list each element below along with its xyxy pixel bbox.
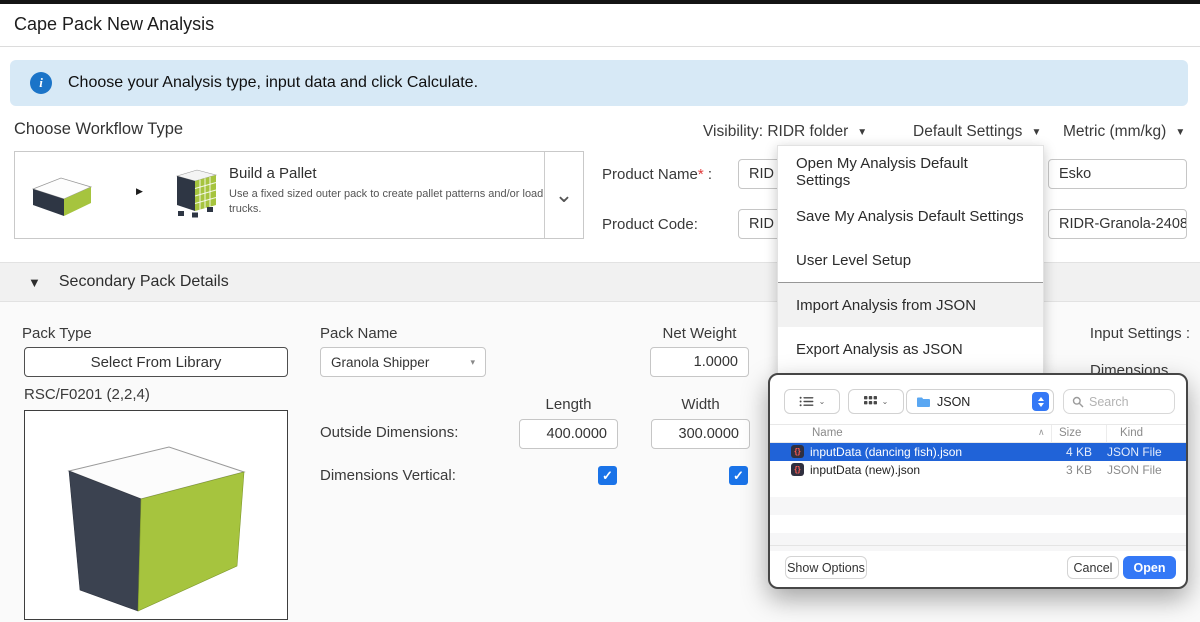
pack-3d-preview bbox=[24, 410, 288, 620]
empty-row-stripe bbox=[770, 497, 1186, 515]
metric-menu[interactable]: Metric (mm/kg) ▼ bbox=[1063, 123, 1185, 141]
file-list-header[interactable]: Name ∧ Size Kind bbox=[770, 424, 1186, 443]
menu-item-open-defaults[interactable]: Open My Analysis Default Settings bbox=[778, 150, 1043, 194]
open-button[interactable]: Open bbox=[1123, 556, 1176, 579]
check-icon: ✓ bbox=[733, 468, 744, 484]
chevron-down-icon: ⌄ bbox=[819, 397, 826, 406]
pack-3d-box-image bbox=[25, 411, 286, 618]
grid-view-icon bbox=[864, 396, 877, 407]
folder-name: JSON bbox=[937, 395, 970, 409]
default-settings-menu[interactable]: Default Settings ▼ bbox=[913, 123, 1041, 141]
file-kind: JSON File bbox=[1107, 463, 1162, 477]
file-row-selected[interactable]: {} inputData (dancing fish).json 4 KB JS… bbox=[770, 443, 1186, 461]
width-column-header: Width bbox=[651, 396, 750, 413]
pallet-icon bbox=[173, 167, 219, 226]
workflow-expand-button[interactable]: ⌄ bbox=[544, 152, 583, 238]
dimensions-vertical-label: Dimensions Vertical: bbox=[320, 467, 456, 484]
info-banner-text: Choose your Analysis type, input data an… bbox=[68, 74, 478, 92]
file-kind: JSON File bbox=[1107, 445, 1162, 459]
menu-item-export-json[interactable]: Export Analysis as JSON bbox=[778, 327, 1043, 371]
workflow-type-selector[interactable]: ▶ Build a Pallet Use a fixed sized outer… bbox=[14, 151, 584, 239]
pack-name-value: Granola Shipper bbox=[331, 355, 429, 370]
default-settings-menu-label: Default Settings bbox=[913, 123, 1022, 141]
dropdown-triangle-icon: ▼ bbox=[857, 127, 867, 138]
product-code-label: Product Code: bbox=[602, 216, 698, 233]
chevron-down-icon: ⌄ bbox=[882, 397, 889, 406]
column-size[interactable]: Size bbox=[1059, 427, 1081, 439]
grid-view-button[interactable]: ⌄ bbox=[848, 389, 904, 414]
collapse-triangle-icon[interactable]: ▼ bbox=[28, 275, 41, 290]
workflow-description-block: Build a Pallet Use a fixed sized outer p… bbox=[229, 165, 545, 217]
input-settings-label: Input Settings : bbox=[1074, 325, 1190, 342]
metric-menu-label: Metric (mm/kg) bbox=[1063, 123, 1166, 141]
check-icon: ✓ bbox=[602, 468, 613, 484]
dialog-footer-divider bbox=[770, 545, 1186, 546]
file-name: inputData (dancing fish).json bbox=[810, 445, 962, 459]
select-arrow-icon: ▾ bbox=[470, 357, 475, 368]
json-file-icon: {} bbox=[791, 463, 804, 476]
file-name: inputData (new).json bbox=[810, 463, 920, 477]
search-placeholder: Search bbox=[1089, 395, 1129, 409]
length-column-header: Length bbox=[519, 396, 618, 413]
workflow-arrow-icon: ▶ bbox=[136, 186, 143, 197]
info-banner: i Choose your Analysis type, input data … bbox=[10, 60, 1188, 106]
file-size: 3 KB bbox=[1050, 463, 1092, 477]
dropdown-triangle-icon: ▼ bbox=[1031, 127, 1041, 138]
default-settings-dropdown: Open My Analysis Default Settings Save M… bbox=[777, 145, 1044, 376]
product-name-label: Product Name* : bbox=[602, 166, 712, 183]
stepper-icon[interactable] bbox=[1032, 392, 1049, 411]
cancel-button[interactable]: Cancel bbox=[1067, 556, 1119, 579]
menu-item-user-level-setup[interactable]: User Level Setup bbox=[778, 238, 1043, 282]
visibility-menu-label: Visibility: RIDR folder bbox=[703, 123, 848, 141]
dropdown-triangle-icon: ▼ bbox=[1175, 127, 1185, 138]
search-input[interactable]: Search bbox=[1063, 389, 1175, 414]
show-options-button[interactable]: Show Options bbox=[785, 556, 867, 579]
net-weight-label: Net Weight bbox=[650, 325, 749, 342]
empty-row-stripe bbox=[770, 533, 1186, 551]
workflow-name: Build a Pallet bbox=[229, 165, 545, 182]
menu-item-import-json[interactable]: Import Analysis from JSON bbox=[778, 283, 1043, 327]
visibility-menu[interactable]: Visibility: RIDR folder ▼ bbox=[703, 123, 867, 141]
column-kind[interactable]: Kind bbox=[1120, 427, 1143, 439]
folder-icon bbox=[916, 396, 931, 408]
select-from-library-button[interactable]: Select From Library bbox=[24, 347, 288, 377]
workflow-heading: Choose Workflow Type bbox=[14, 120, 183, 139]
dimensions-vertical-checkbox-width[interactable]: ✓ bbox=[729, 466, 748, 485]
window-top-bar bbox=[0, 0, 1200, 4]
header-divider bbox=[0, 46, 1200, 47]
search-icon bbox=[1072, 396, 1084, 408]
list-view-button[interactable]: ⌄ bbox=[784, 389, 840, 414]
length-input[interactable]: 400.0000 bbox=[519, 419, 618, 449]
box-icon bbox=[31, 174, 93, 223]
workflow-desc: Use a fixed sized outer pack to create p… bbox=[229, 187, 545, 217]
chevron-down-icon: ⌄ bbox=[555, 182, 573, 208]
column-name[interactable]: Name bbox=[812, 427, 843, 439]
page-title: Cape Pack New Analysis bbox=[14, 14, 214, 35]
file-row[interactable]: {} inputData (new).json 3 KB JSON File bbox=[770, 461, 1186, 479]
pack-style-label: RSC/F0201 (2,2,4) bbox=[24, 386, 150, 403]
menu-item-save-defaults[interactable]: Save My Analysis Default Settings bbox=[778, 194, 1043, 238]
secondary-pack-title: Secondary Pack Details bbox=[59, 273, 229, 291]
info-icon: i bbox=[30, 72, 52, 94]
sort-ascending-icon: ∧ bbox=[1038, 427, 1045, 438]
product-name-input-2[interactable]: Esko bbox=[1048, 159, 1187, 189]
folder-location-select[interactable]: JSON bbox=[906, 389, 1054, 414]
json-file-icon: {} bbox=[791, 445, 804, 458]
pack-type-label: Pack Type bbox=[22, 325, 92, 342]
dimensions-vertical-checkbox-length[interactable]: ✓ bbox=[598, 466, 617, 485]
product-code-input-2[interactable]: RIDR-Granola-2408 bbox=[1048, 209, 1187, 239]
width-input[interactable]: 300.0000 bbox=[651, 419, 750, 449]
cape-pack-page: Cape Pack New Analysis i Choose your Ana… bbox=[0, 0, 1200, 622]
list-view-icon bbox=[799, 396, 814, 407]
file-size: 4 KB bbox=[1050, 445, 1092, 459]
net-weight-input[interactable]: 1.0000 bbox=[650, 347, 749, 377]
outside-dimensions-label: Outside Dimensions: bbox=[320, 424, 458, 441]
pack-name-select[interactable]: Granola Shipper ▾ bbox=[320, 347, 486, 377]
pack-name-label: Pack Name bbox=[320, 325, 398, 342]
file-open-dialog: ⌄ ⌄ JSON Search bbox=[768, 373, 1188, 589]
